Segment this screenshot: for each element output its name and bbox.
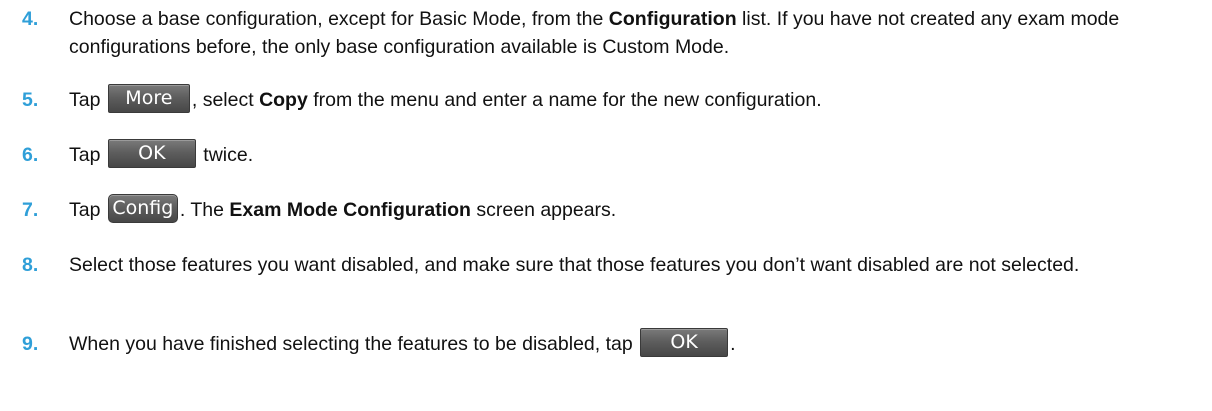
step-text: Tap Config. The Exam Mode Configuration … xyxy=(69,194,1194,224)
ok-key-image: OK xyxy=(640,328,729,358)
step-number: 5. xyxy=(22,89,39,111)
configuration-list-label: Configuration xyxy=(608,8,737,30)
step-text: Select those features you want disabled,… xyxy=(69,254,1080,276)
step-text: Tap OK twice. xyxy=(69,139,1194,169)
step-number: 9. xyxy=(22,333,39,355)
step-text: Choose a base configuration, except for … xyxy=(69,8,1120,58)
exam-mode-configuration-label: Exam Mode Configuration xyxy=(229,199,471,221)
step-number: 7. xyxy=(22,199,39,221)
step-number: 4. xyxy=(22,8,39,30)
step-text: Tap More, select Copy from the menu and … xyxy=(69,84,1194,114)
step-text: When you have finished selecting the fea… xyxy=(69,328,1194,358)
config-key-image: Config xyxy=(107,194,178,224)
step-number: 8. xyxy=(22,254,39,276)
copy-menu-label: Copy xyxy=(259,89,308,111)
step-number: 6. xyxy=(22,144,39,166)
more-key-image: More xyxy=(107,84,190,114)
ok-key-image: OK xyxy=(107,139,196,169)
